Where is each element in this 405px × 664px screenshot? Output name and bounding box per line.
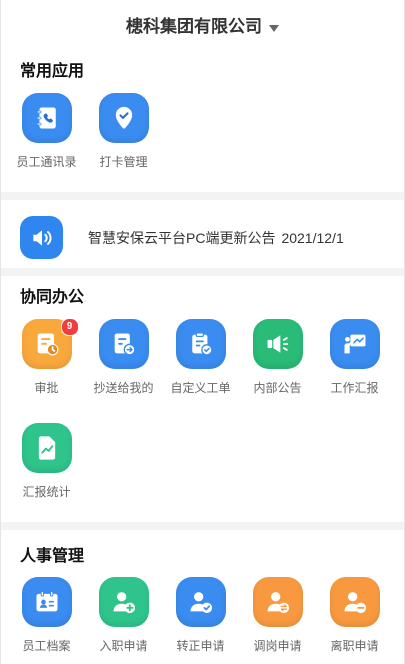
common-apps-title: 常用应用: [20, 63, 85, 80]
location-pin-icon: [98, 93, 149, 143]
app-label: 打卡管理: [99, 155, 148, 169]
app-label: 汇报统计: [22, 485, 71, 499]
user-check-icon: [175, 577, 226, 627]
app-screen: 槵科集团有限公司 常用应用 员工通讯录 打卡管理 智慧安保云平台PC端更新公告 …: [0, 0, 405, 664]
presentation-icon: [329, 319, 380, 369]
app-label: 抄送给我的: [93, 381, 154, 395]
custom-work-order-icon: [175, 319, 226, 369]
app-regularization[interactable]: 转正申请: [162, 577, 239, 653]
collab-office-title: 协同办公: [20, 289, 85, 306]
speaker-icon: [20, 216, 63, 259]
employee-card-icon: [21, 577, 72, 627]
user-add-icon: [98, 577, 149, 627]
user-transfer-icon: [252, 577, 303, 627]
section-divider: [1, 192, 404, 200]
app-attendance[interactable]: 打卡管理: [85, 93, 162, 169]
megaphone-icon: [252, 319, 303, 369]
announcement-date: 2021/12/1: [281, 230, 344, 246]
hr-management-title: 人事管理: [20, 548, 85, 565]
app-label: 员工通讯录: [16, 155, 77, 169]
app-label: 内部公告: [253, 381, 302, 395]
app-label: 入职申请: [99, 639, 148, 653]
company-switcher[interactable]: 槵科集团有限公司: [1, 0, 404, 54]
app-onboarding[interactable]: 入职申请: [85, 577, 162, 653]
app-employee-directory[interactable]: 员工通讯录: [8, 93, 85, 169]
unread-count-badge: 9: [60, 318, 79, 336]
app-resignation[interactable]: 离职申请: [316, 577, 393, 653]
section-divider: [1, 268, 404, 276]
app-label: 审批: [34, 381, 59, 395]
user-remove-icon: [329, 577, 380, 627]
hr-management-grid: 员工档案 入职申请 转正申请 调岗申请 离职申请: [8, 577, 393, 653]
announcement-row[interactable]: 智慧安保云平台PC端更新公告 2021/12/1: [1, 200, 404, 268]
app-approval[interactable]: 9 审批: [8, 318, 85, 395]
section-divider: [1, 522, 404, 530]
app-custom-work-order[interactable]: 自定义工单: [162, 319, 239, 395]
app-label: 工作汇报: [330, 381, 379, 395]
app-label: 自定义工单: [170, 381, 231, 395]
app-employee-files[interactable]: 员工档案: [8, 577, 85, 653]
caret-down-icon: [269, 24, 279, 32]
app-transfer[interactable]: 调岗申请: [239, 577, 316, 653]
common-apps-grid: 员工通讯录 打卡管理: [8, 93, 393, 169]
address-book-icon: [21, 93, 72, 143]
app-label: 转正申请: [176, 639, 225, 653]
cc-to-me-icon: [98, 319, 149, 369]
app-label: 员工档案: [22, 639, 71, 653]
announcement-title: 智慧安保云平台PC端更新公告: [88, 230, 276, 246]
app-internal-notice[interactable]: 内部公告: [239, 319, 316, 395]
company-name: 槵科集团有限公司: [126, 17, 262, 36]
report-chart-icon: [21, 423, 72, 473]
app-report-stats[interactable]: 汇报统计: [8, 423, 85, 499]
collab-office-grid: 9 审批 抄送给我的 自定义工单 内部公告 工作汇报 汇报统计: [8, 318, 393, 499]
app-work-report[interactable]: 工作汇报: [316, 319, 393, 395]
app-label: 调岗申请: [253, 639, 302, 653]
app-label: 离职申请: [330, 639, 379, 653]
app-cc-to-me[interactable]: 抄送给我的: [85, 319, 162, 395]
approval-icon: 9: [21, 318, 79, 369]
announcement-text: 智慧安保云平台PC端更新公告 2021/12/1: [88, 229, 344, 247]
